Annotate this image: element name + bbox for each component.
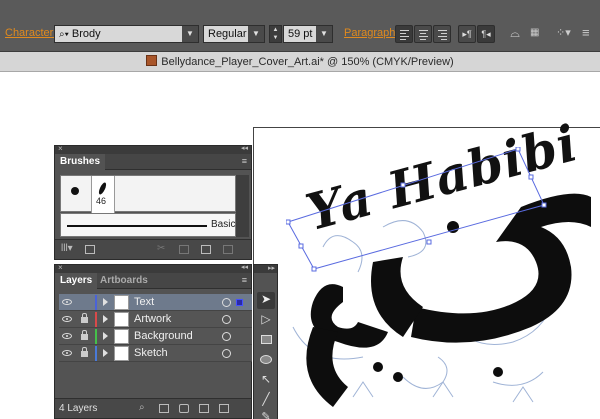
brush-options-icon[interactable] [85,245,95,254]
collapse-icon[interactable]: ◂◂ [241,144,248,152]
options-icon[interactable] [179,245,189,254]
target-circle-icon[interactable] [222,349,231,358]
layer-thumbnail [114,312,129,327]
align-center-button[interactable] [414,25,432,43]
trash-icon[interactable] [223,245,233,254]
panel-menu-icon[interactable]: ≡ [582,25,600,43]
left-to-right-icon[interactable]: ▸¶ [458,25,476,43]
chevron-down-icon: ▼ [248,26,264,42]
round-brush-swatch[interactable] [71,187,79,195]
panel-menu-icon[interactable]: ≡ [242,275,247,285]
new-brush-icon[interactable] [201,245,211,254]
layer-row-text[interactable]: Text [59,294,252,311]
layer-row-background[interactable]: Background [59,328,252,345]
panel-menu-icon[interactable]: ≡ [242,156,247,166]
locate-object-icon[interactable]: ⌕ [139,403,149,413]
brush-size-label: 46 [96,196,107,206]
stroke-label: Basic [211,219,236,230]
font-size-value: 59 pt [288,28,313,40]
target-circle-icon[interactable] [222,298,231,307]
anchor-tool-icon[interactable]: ↖ [257,372,275,389]
target-circle-icon[interactable] [222,332,231,341]
close-icon[interactable]: × [58,263,63,272]
ai-file-icon [146,55,158,66]
line-tool-icon[interactable]: ╱ [257,392,275,409]
close-icon[interactable]: × [58,144,63,153]
layer-name: Text [134,296,155,308]
direct-selection-tool-icon[interactable]: ▷ [257,312,275,329]
align-right-button[interactable] [433,25,451,43]
layers-panel: × ◂◂ Layers Artboards ≡ Text Artwork Bac… [54,263,252,419]
search-icon: ⌕▾ [59,29,69,40]
ellipse-tool-icon[interactable] [257,352,275,369]
rectangle-tool-icon[interactable] [257,332,275,349]
brushes-panel: × ◂◂ Brushes ≡ 46 Basic lll▾ ✂ [54,144,252,260]
new-sublayer-icon[interactable] [179,404,189,413]
expand-triangle-icon[interactable] [103,349,108,357]
new-layer-icon[interactable] [199,404,209,413]
clipping-mask-icon[interactable] [159,404,169,413]
tools-panel: ▸▸ ➤ ▷ ↖ ╱ ✎ [253,264,278,419]
font-family-value: Brody [71,28,101,40]
font-style-value: Regular [208,28,247,40]
expand-triangle-icon[interactable] [103,298,108,306]
collapse-icon[interactable]: ▸▸ [254,265,277,273]
collapse-icon[interactable]: ◂◂ [241,263,248,271]
visibility-eye-icon[interactable] [62,333,72,339]
control-bar: Character: ⌕▾ Brody ▼ Regular ▼ ▲ ▼ 59 pt… [0,0,600,52]
document-title: Bellydance_Player_Cover_Art.ai* @ 150% (… [161,56,454,68]
arrange-documents-icon[interactable]: ⁘▾ [556,25,574,43]
target-circle-icon[interactable] [222,315,231,324]
right-to-left-icon[interactable]: ¶◂ [477,25,495,43]
scrollbar[interactable] [236,175,249,237]
tab-brushes[interactable]: Brushes [55,154,106,170]
warp-text-icon[interactable]: ⌓ [506,25,524,43]
font-style-dropdown[interactable]: Regular ▼ [203,25,265,43]
selection-indicator[interactable] [236,299,243,306]
selection-bounding-box[interactable] [286,147,556,272]
trash-icon[interactable] [219,404,229,413]
lock-icon[interactable] [81,313,88,323]
remove-stroke-icon[interactable]: ✂ [157,244,167,254]
layer-name: Sketch [134,347,168,359]
layer-name: Background [134,330,193,342]
document-tab[interactable]: Bellydance_Player_Cover_Art.ai* @ 150% (… [0,52,600,72]
calligraphic-brush-swatch[interactable]: 46 [91,176,115,213]
font-size-dropdown[interactable]: 59 pt ▼ [283,25,333,43]
tab-layers[interactable]: Layers [55,273,98,289]
visibility-eye-icon[interactable] [62,316,72,322]
layer-count: 4 Layers [59,403,98,414]
align-left-button[interactable] [395,25,413,43]
font-family-dropdown[interactable]: ⌕▾ Brody ▼ [54,25,199,43]
expand-triangle-icon[interactable] [103,315,108,323]
chevron-down-icon: ▼ [316,26,332,42]
pencil-tool-icon[interactable]: ✎ [257,410,275,419]
font-size-stepper[interactable]: ▲ ▼ [269,25,282,43]
brush-swatch-grid: 46 [60,175,236,213]
layer-thumbnail [114,295,129,310]
brush-library-icon[interactable]: lll▾ [61,244,73,254]
paragraph-label[interactable]: Paragraph: [344,27,398,39]
layer-name: Artwork [134,313,172,325]
lock-icon[interactable] [81,330,88,340]
visibility-eye-icon[interactable] [62,299,72,305]
transform-grid-icon[interactable]: ▦ [530,25,548,43]
basic-stroke-row[interactable]: Basic [60,213,236,237]
selection-tool-icon[interactable]: ➤ [257,292,275,309]
layer-row-artwork[interactable]: Artwork [59,311,252,328]
tab-artboards[interactable]: Artboards [95,273,153,289]
character-label[interactable]: Character: [5,27,56,39]
visibility-eye-icon[interactable] [62,350,72,356]
layer-thumbnail [114,346,129,361]
layer-row-sketch[interactable]: Sketch [59,345,252,362]
chevron-down-icon: ▼ [182,26,198,42]
layer-thumbnail [114,329,129,344]
expand-triangle-icon[interactable] [103,332,108,340]
lock-icon[interactable] [81,347,88,357]
